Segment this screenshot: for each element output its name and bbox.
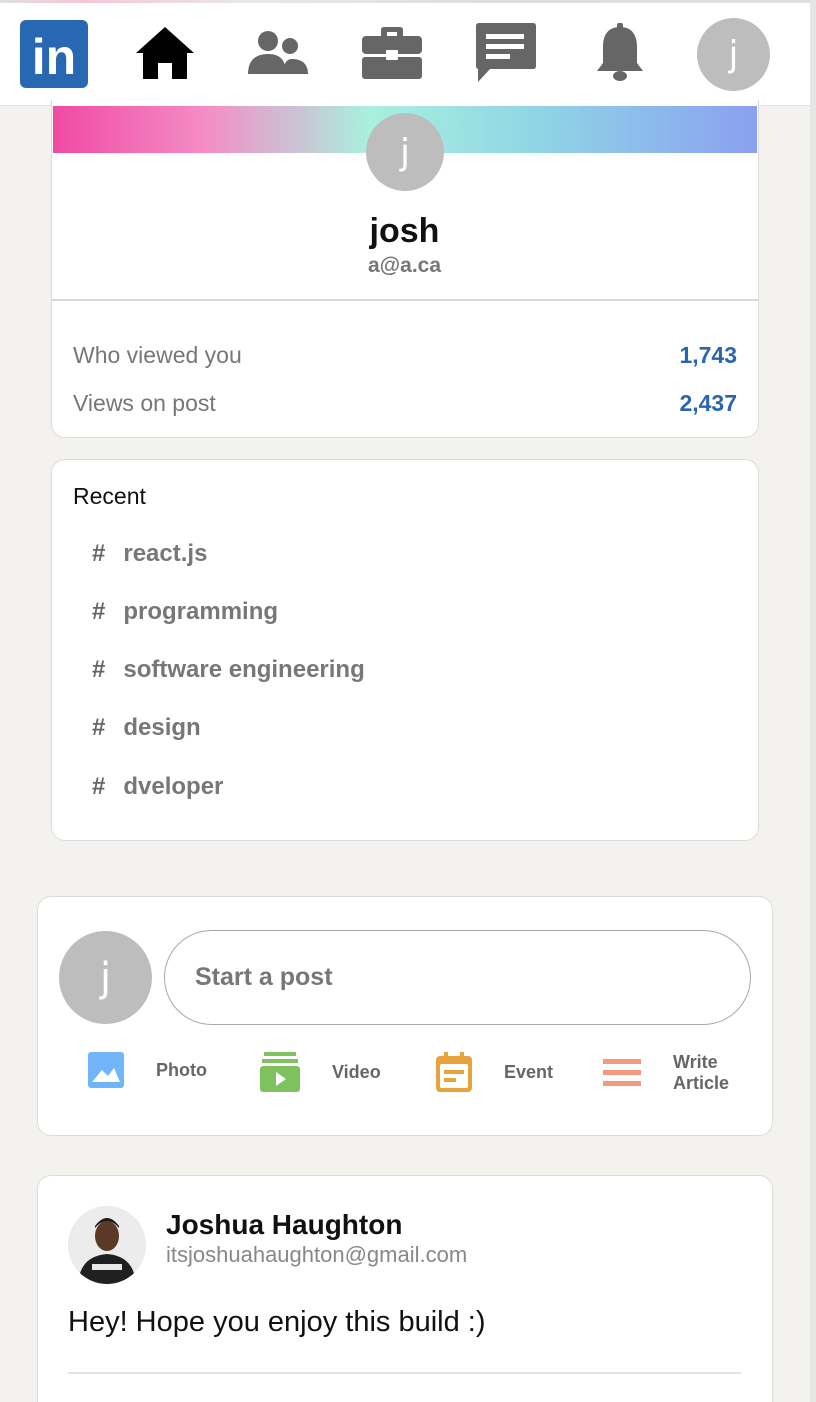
network-icon[interactable] — [243, 18, 313, 88]
stat-value: 2,437 — [679, 390, 737, 416]
notifications-icon[interactable] — [585, 18, 655, 88]
stat-label: Who viewed you — [73, 342, 242, 368]
jobs-icon[interactable] — [357, 18, 427, 88]
profile-avatar-letter: j — [399, 131, 410, 173]
article-icon — [603, 1059, 641, 1086]
start-post-input[interactable]: Start a post — [164, 930, 751, 1025]
post-text: Hey! Hope you enjoy this build :) — [68, 1306, 486, 1338]
write-article-line1: Write — [673, 1052, 718, 1072]
recent-item[interactable]: # react.js — [92, 540, 207, 568]
recent-item-label: design — [123, 714, 201, 741]
top-edge-strip — [0, 0, 816, 3]
home-icon[interactable] — [130, 18, 200, 88]
linkedin-logo-icon[interactable]: in — [20, 20, 88, 88]
profile-email: a@a.ca — [367, 254, 442, 277]
hashtag-icon: # — [92, 714, 106, 741]
start-post-placeholder: Start a post — [195, 963, 333, 991]
write-article-label: Write Article — [673, 1052, 729, 1094]
profile-card: j josh a@a.ca Who viewed you 1,743 Views… — [51, 100, 759, 438]
event-icon — [436, 1052, 472, 1092]
write-article-button[interactable]: Write Article — [603, 1052, 729, 1094]
post-author-name[interactable]: Joshua Haughton — [166, 1209, 402, 1241]
recent-title: Recent — [73, 483, 146, 509]
stat-label: Views on post — [73, 390, 216, 416]
event-button[interactable]: Event — [436, 1052, 553, 1092]
write-article-line2: Article — [673, 1073, 730, 1093]
recent-item[interactable]: # design — [92, 714, 201, 742]
post-composer-card: j Start a post Photo Video Event Write A… — [37, 896, 773, 1136]
hashtag-icon: # — [92, 540, 106, 567]
recent-card: Recent # react.js # programming # softwa… — [51, 459, 759, 841]
top-navigation-bar: in j — [0, 0, 816, 106]
hashtag-icon: # — [92, 598, 106, 625]
post-author-email: itsjoshuahaughton@gmail.com — [166, 1242, 468, 1267]
recent-item-label: programming — [123, 598, 279, 625]
recent-item[interactable]: # programming — [92, 598, 278, 626]
video-button[interactable]: Video — [260, 1052, 381, 1092]
hashtag-icon: # — [92, 773, 106, 800]
recent-item-label: software engineering — [123, 656, 365, 683]
video-icon — [260, 1052, 300, 1092]
scrollbar[interactable] — [810, 0, 816, 1402]
stat-who-viewed[interactable]: Who viewed you 1,743 — [73, 342, 737, 369]
me-avatar-letter: j — [728, 34, 739, 75]
post-author-avatar[interactable] — [68, 1206, 146, 1284]
photo-button[interactable]: Photo — [88, 1052, 207, 1088]
recent-item[interactable]: # software engineering — [92, 656, 365, 684]
stat-value: 1,743 — [679, 342, 737, 368]
recent-item-label: dveloper — [123, 773, 224, 800]
messaging-icon[interactable] — [470, 18, 540, 88]
feed-post-card: Joshua Haughton itsjoshuahaughton@gmail.… — [37, 1175, 773, 1402]
profile-name[interactable]: josh — [52, 212, 757, 251]
video-label: Video — [332, 1061, 381, 1082]
stat-views-on-post[interactable]: Views on post 2,437 — [73, 390, 737, 417]
recent-item[interactable]: # dveloper — [92, 773, 223, 801]
post-divider — [68, 1372, 741, 1374]
event-label: Event — [504, 1061, 554, 1082]
hashtag-icon: # — [92, 656, 106, 683]
composer-avatar-letter: j — [99, 954, 112, 1001]
photo-label: Photo — [156, 1059, 207, 1080]
profile-divider — [52, 299, 758, 301]
photo-icon — [88, 1052, 124, 1088]
recent-item-label: react.js — [123, 540, 208, 567]
profile-avatar[interactable]: j — [366, 113, 444, 191]
composer-avatar[interactable]: j — [59, 931, 152, 1024]
me-avatar[interactable]: j — [697, 18, 770, 91]
logo-text: in — [32, 29, 76, 85]
